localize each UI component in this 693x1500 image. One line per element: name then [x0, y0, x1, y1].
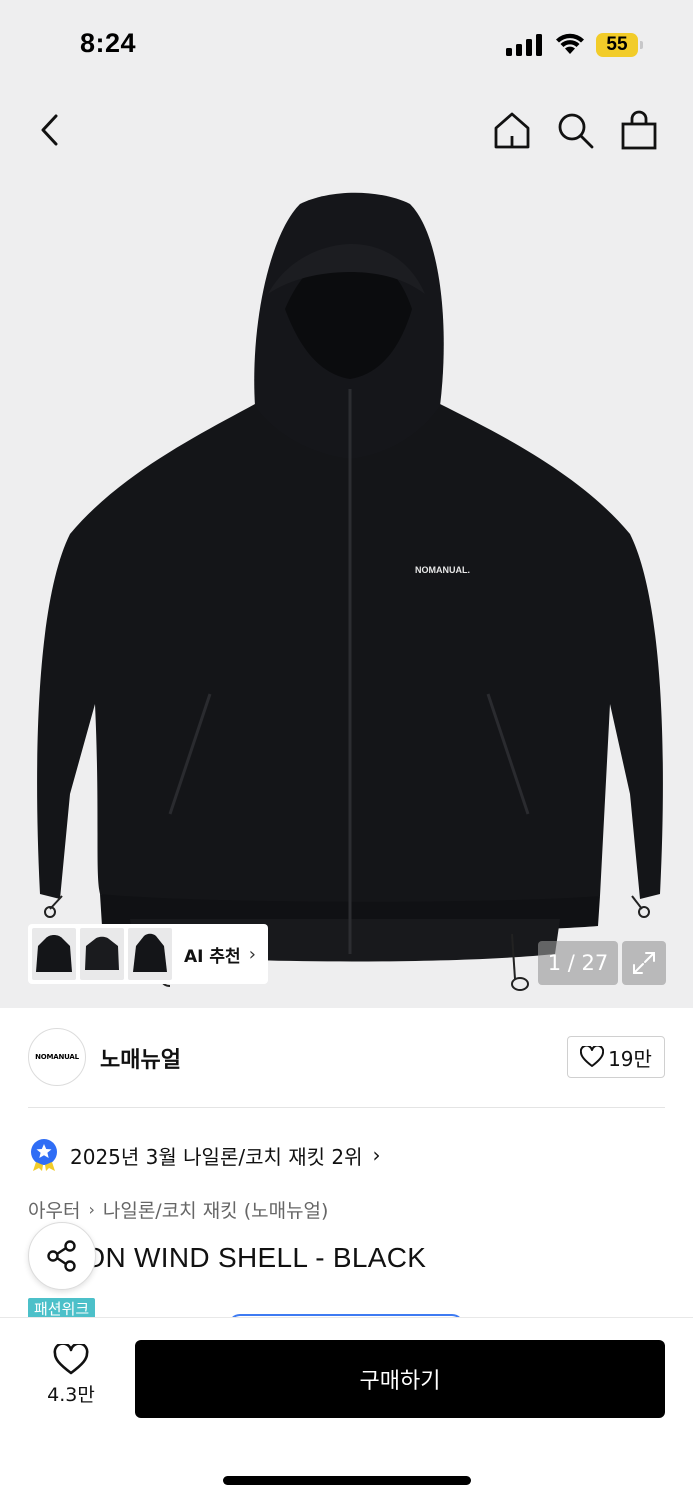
- buy-button[interactable]: 구매하기: [135, 1340, 665, 1418]
- divider: [28, 1107, 665, 1108]
- back-button[interactable]: [28, 108, 72, 152]
- brand-name[interactable]: 노매뉴얼: [100, 1042, 181, 1074]
- brand-like-count: 19만: [608, 1046, 652, 1071]
- jacket-print-text: NOMANUAL.: [415, 565, 470, 575]
- expand-button[interactable]: [622, 941, 666, 985]
- wishlist-count: 4.3만: [47, 1384, 95, 1406]
- battery-indicator: 55: [596, 33, 643, 57]
- search-button[interactable]: [553, 108, 597, 152]
- bottom-action-bar: 4.3만 구매하기: [0, 1318, 693, 1500]
- ai-recommend-label: AI 추천: [184, 946, 241, 967]
- brand-logo-text: NOMANUAL: [35, 1053, 79, 1061]
- share-icon: [47, 1240, 76, 1272]
- expand-icon: [633, 952, 655, 974]
- cart-button[interactable]: [617, 108, 661, 152]
- ai-recommend-strip[interactable]: AI 추천 ›: [28, 924, 268, 984]
- breadcrumb-item-outer[interactable]: 아우터: [28, 1196, 80, 1223]
- breadcrumb: 아우터 › 나일론/코치 재킷 (노매뉴얼): [28, 1196, 328, 1223]
- shopping-bag-icon: [621, 110, 657, 150]
- brand-like-button[interactable]: 19만: [567, 1036, 665, 1078]
- thumbnail-jacket-2[interactable]: [80, 928, 124, 980]
- wishlist-button[interactable]: 4.3만: [34, 1344, 108, 1418]
- brand-logo[interactable]: NOMANUAL: [28, 1028, 86, 1086]
- heart-icon: [53, 1344, 89, 1375]
- ranking-text: 2025년 3월 나일론/코치 재킷 2위: [70, 1144, 363, 1169]
- product-image[interactable]: NOMANUAL. AI 추천 › 1 / 27: [0, 174, 693, 1008]
- heart-icon: [580, 1046, 605, 1067]
- brand-row: NOMANUAL 노매뉴얼 19만: [28, 1028, 665, 1088]
- home-button[interactable]: [490, 108, 534, 152]
- share-button[interactable]: [28, 1222, 96, 1290]
- chevron-left-icon: [41, 114, 58, 146]
- ranking-link[interactable]: 2025년 3월 나일론/코치 재킷 2위 ›: [28, 1138, 381, 1172]
- breadcrumb-item-category[interactable]: 나일론/코치 재킷 (노매뉴얼): [103, 1196, 329, 1223]
- status-bar: 8:24 55: [0, 0, 693, 90]
- top-nav: [0, 90, 693, 174]
- chevron-right-icon: ›: [372, 1143, 381, 1167]
- battery-level: 55: [606, 34, 628, 55]
- ranking-badge-icon: [31, 1139, 57, 1171]
- fashion-week-badge: 패션위크: [28, 1298, 96, 1320]
- wifi-icon: [556, 33, 584, 54]
- thumbnail-jacket-1[interactable]: [32, 928, 76, 980]
- chevron-right-icon: ›: [88, 1200, 95, 1219]
- thumbnail-jacket-3[interactable]: [128, 928, 172, 980]
- cellular-signal-icon: [506, 34, 542, 56]
- home-indicator: [223, 1476, 471, 1485]
- image-page-counter: 1 / 27: [538, 941, 618, 985]
- chevron-right-icon: ›: [248, 943, 256, 965]
- search-icon: [558, 113, 594, 149]
- status-time: 8:24: [80, 28, 137, 58]
- jacket-photo: NOMANUAL.: [37, 192, 663, 991]
- home-icon: [494, 112, 530, 149]
